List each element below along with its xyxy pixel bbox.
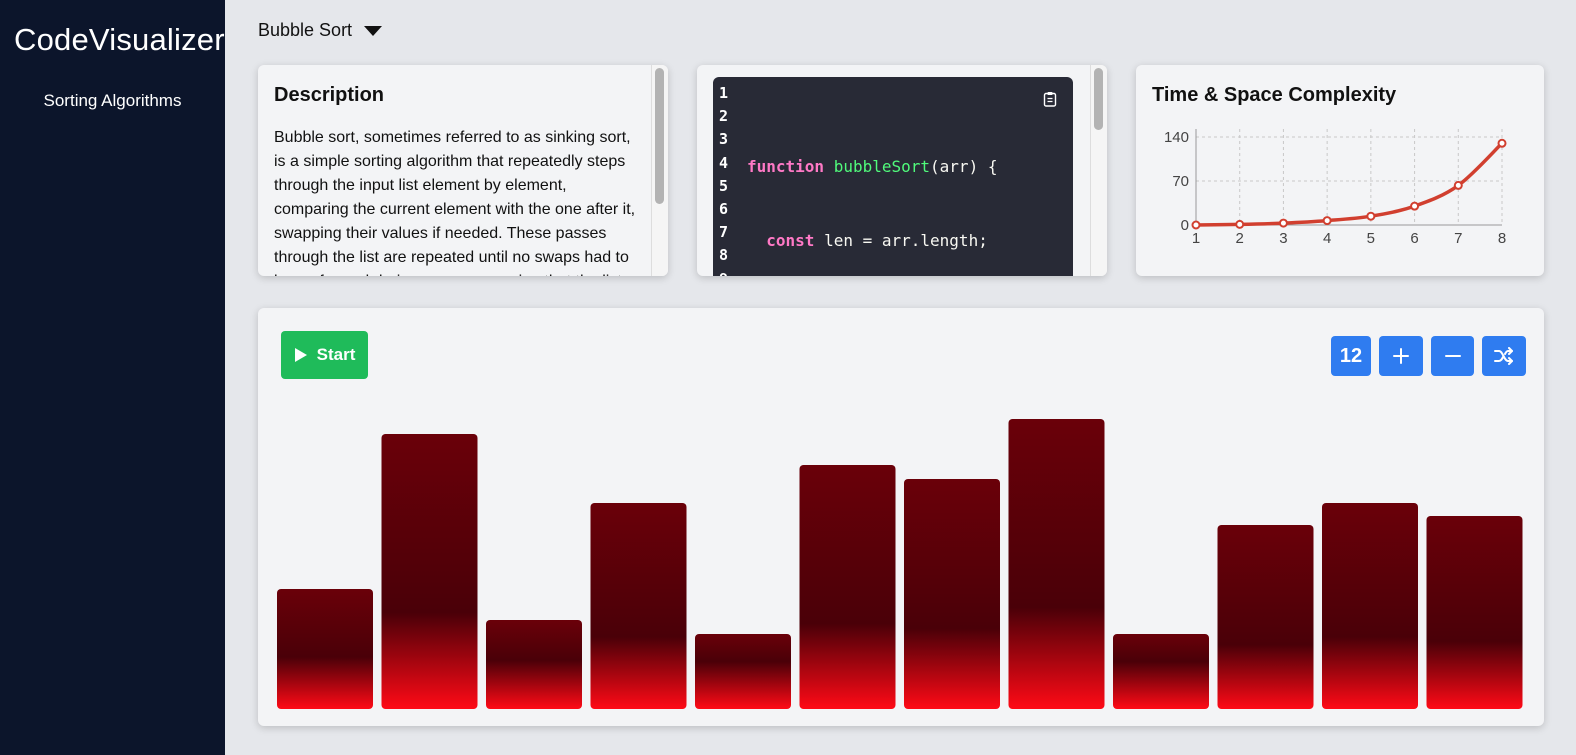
array-bar xyxy=(1113,634,1209,709)
visualizer-panel: Start 12 xyxy=(258,308,1544,726)
code-block: 1 2 3 4 5 6 7 8 9 function bubbleSort(arr) { con… xyxy=(713,77,1073,276)
data-point xyxy=(1453,180,1463,190)
x-tick-label: 7 xyxy=(1454,230,1462,247)
x-tick-label: 8 xyxy=(1498,230,1506,247)
play-icon xyxy=(294,348,307,362)
data-point xyxy=(1191,220,1201,230)
line-number: 2 xyxy=(719,107,729,126)
array-bar xyxy=(695,634,791,709)
x-tick-label: 4 xyxy=(1323,230,1331,247)
shuffle-icon xyxy=(1494,347,1513,365)
data-point xyxy=(1322,216,1332,226)
line-number: 1 xyxy=(719,84,729,102)
data-point xyxy=(1497,138,1507,148)
chevron-down-icon xyxy=(364,25,383,36)
data-point xyxy=(1235,219,1245,229)
x-tick-label: 1 xyxy=(1192,230,1200,247)
code-lines: function bubbleSort(arr) { const len = a… xyxy=(747,106,1065,276)
algorithm-dropdown[interactable]: Bubble Sort xyxy=(258,20,383,41)
y-tick-label: 70 xyxy=(1172,173,1189,190)
data-point xyxy=(1410,201,1420,211)
array-bar xyxy=(1426,516,1523,709)
code-scrollbar[interactable] xyxy=(1090,65,1107,276)
code-line: function bubbleSort(arr) { xyxy=(747,157,998,177)
array-bar xyxy=(904,479,1000,709)
description-panel: Description Bubble sort, sometimes refer… xyxy=(258,65,668,276)
x-tick-label: 3 xyxy=(1279,230,1287,247)
line-number: 3 xyxy=(719,130,729,149)
complexity-chart: 0 70 140 1 2 3 4 5 6 7 8 xyxy=(1164,129,1507,247)
data-point xyxy=(1366,211,1376,221)
line-number: 5 xyxy=(719,176,729,195)
line-numbers: 1 2 3 4 5 6 7 8 9 xyxy=(719,82,728,276)
shuffle-button[interactable] xyxy=(1482,336,1526,376)
array-bar xyxy=(1217,525,1314,709)
decrease-size-button[interactable] xyxy=(1431,336,1474,376)
start-button-label: Start xyxy=(316,345,356,364)
x-tick-label: 6 xyxy=(1410,230,1418,247)
plus-icon xyxy=(1393,348,1409,364)
y-tick-label: 0 xyxy=(1181,217,1189,234)
array-bar xyxy=(486,620,582,709)
description-title: Description xyxy=(274,84,385,106)
data-point xyxy=(1278,218,1288,228)
y-tick-label: 140 xyxy=(1164,129,1189,146)
description-scrollbar[interactable] xyxy=(651,65,668,276)
array-bar xyxy=(277,589,373,709)
clipboard-icon[interactable] xyxy=(1043,91,1057,107)
algorithm-dropdown-label: Bubble Sort xyxy=(258,20,353,40)
line-number: 9 xyxy=(719,268,728,276)
array-bar xyxy=(590,503,687,709)
complexity-panel: Time & Space Complexity 0 70 140 1 2 3 4 5 6 7 8 xyxy=(1136,65,1544,276)
array-bar xyxy=(799,465,896,709)
array-bar xyxy=(381,434,478,709)
code-panel: 1 2 3 4 5 6 7 8 9 function bubbleSort(arr) { con… xyxy=(697,65,1107,276)
app-brand[interactable]: CodeVisualizer xyxy=(14,22,225,58)
line-number: 7 xyxy=(719,223,729,242)
sidebar-item-sorting-algorithms[interactable]: Sorting Algorithms xyxy=(0,91,225,111)
array-bar xyxy=(1008,419,1105,709)
line-number: 4 xyxy=(719,153,729,172)
line-number: 8 xyxy=(719,246,729,265)
description-text: Bubble sort, sometimes referred to as si… xyxy=(274,129,636,276)
code-scrollbar-thumb[interactable] xyxy=(1094,68,1103,130)
description-scrollbar-thumb[interactable] xyxy=(655,68,664,204)
start-button[interactable]: Start xyxy=(281,331,368,379)
increase-size-button[interactable] xyxy=(1379,336,1423,376)
minus-icon xyxy=(1444,355,1461,357)
array-size-display: 12 xyxy=(1331,336,1371,376)
x-tick-label: 5 xyxy=(1367,230,1375,247)
x-tick-label: 2 xyxy=(1236,230,1244,247)
sidebar: CodeVisualizer Sorting Algorithms xyxy=(0,0,225,755)
array-bar xyxy=(1322,503,1418,709)
code-line: const len = arr.length; xyxy=(766,230,988,250)
line-number: 6 xyxy=(719,200,729,219)
chart-grid xyxy=(1195,129,1503,226)
